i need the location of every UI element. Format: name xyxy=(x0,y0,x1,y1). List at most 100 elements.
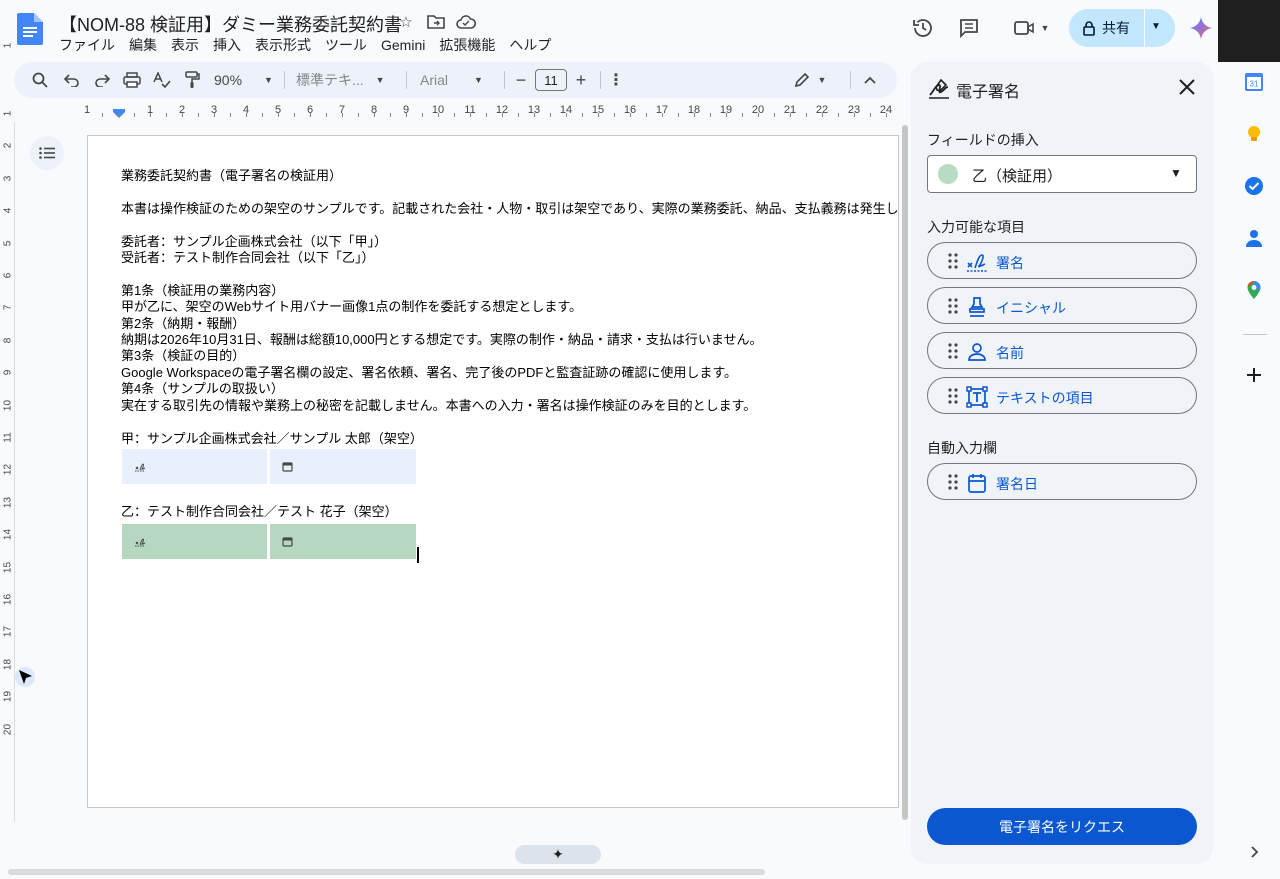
more-options-icon[interactable]: ⋮ xyxy=(606,62,626,98)
field-chip-label: 名前 xyxy=(996,345,1024,361)
menu-bar: ファイル 編集 表示 挿入 表示形式 ツール Gemini 拡張機能 ヘルプ xyxy=(52,35,558,55)
maps-icon[interactable] xyxy=(1244,280,1264,300)
vertical-ruler-number: 5 xyxy=(2,240,14,246)
ruler-tick xyxy=(374,113,375,117)
redo-icon[interactable] xyxy=(90,62,114,98)
drag-handle-icon[interactable] xyxy=(948,343,958,359)
font-select[interactable]: Arial ▼ xyxy=(420,62,496,98)
menu-help[interactable]: ヘルプ xyxy=(502,35,558,55)
ruler-tick xyxy=(726,113,727,117)
share-dropdown-icon[interactable]: ▼ xyxy=(1151,21,1161,32)
indent-marker-icon[interactable] xyxy=(113,109,125,118)
drag-handle-icon[interactable] xyxy=(948,388,958,404)
field-chip-initials[interactable]: イニシャル xyxy=(927,287,1197,324)
doc-paragraph[interactable]: 第4条（サンプルの取扱い） xyxy=(121,381,284,397)
signature-icon xyxy=(135,537,146,546)
field-chip-signed-date[interactable]: 署名日 xyxy=(927,463,1197,500)
stamp-icon xyxy=(969,297,985,317)
menu-extensions[interactable]: 拡張機能 xyxy=(432,35,502,55)
menu-format[interactable]: 表示形式 xyxy=(248,35,318,55)
tasks-icon[interactable] xyxy=(1244,176,1264,196)
signer-select[interactable]: 乙（検証用） ▼ xyxy=(927,155,1197,193)
doc-paragraph[interactable]: Google Workspaceの電子署名欄の設定、署名依頼、署名、完了後のPD… xyxy=(121,365,737,381)
font-size-input[interactable]: 11 xyxy=(535,69,567,91)
vertical-ruler[interactable]: 1 1 2 3 4 5 6 7 8 9 10 11 12 13 14 15 16 17 18 19 20 xyxy=(0,43,15,822)
chevron-down-icon: ▼ xyxy=(375,75,385,85)
editing-mode-button[interactable]: ▼ xyxy=(788,62,832,98)
document-title[interactable]: 【NOM-88 検証用】ダミー業務委託契約書 xyxy=(59,11,402,37)
search-menus-icon[interactable] xyxy=(28,62,52,98)
signature-field-b[interactable] xyxy=(122,524,267,559)
doc-paragraph[interactable]: 本書は操作検証のための架空のサンプルです。記載された会社・人物・取引は架空であり… xyxy=(121,201,898,217)
add-addon-icon[interactable] xyxy=(1244,365,1264,385)
move-folder-icon[interactable] xyxy=(426,12,446,32)
menu-gemini[interactable]: Gemini xyxy=(374,35,432,55)
side-rail: 31 xyxy=(1231,62,1280,879)
field-chip-signature[interactable]: 署名 xyxy=(927,242,1197,279)
history-icon[interactable] xyxy=(905,10,941,46)
ruler-tick xyxy=(502,113,503,117)
menu-insert[interactable]: 挿入 xyxy=(206,35,248,55)
vertical-ruler-number: 19 xyxy=(2,691,14,703)
field-chip-text[interactable]: テキストの項目 xyxy=(927,377,1197,414)
request-esignature-button[interactable]: 電子署名をリクエス xyxy=(927,808,1197,845)
doc-paragraph[interactable]: 甲が乙に、架空のWebサイト用バナー画像1点の制作を委託する想定とします。 xyxy=(121,299,582,315)
calendar-app-icon[interactable]: 31 xyxy=(1244,72,1264,92)
docs-logo-icon[interactable] xyxy=(17,13,43,45)
increase-font-size-button[interactable]: + xyxy=(572,62,590,98)
horizontal-scrollbar[interactable] xyxy=(8,869,765,875)
drag-handle-icon[interactable] xyxy=(948,298,958,314)
doc-paragraph[interactable]: 第1条（検証用の業務内容） xyxy=(121,283,284,299)
ruler-tick xyxy=(598,113,599,117)
paint-format-icon[interactable] xyxy=(180,62,204,98)
doc-paragraph[interactable]: 第2条（納期・報酬） xyxy=(121,316,245,332)
gemini-icon[interactable] xyxy=(1190,17,1212,39)
date-field-b[interactable] xyxy=(270,524,416,559)
share-button[interactable]: 共有 ▼ xyxy=(1069,9,1175,47)
doc-paragraph[interactable]: 受託者：テスト制作合同会社（以下「乙」） xyxy=(121,250,375,266)
document-page[interactable]: 業務委託契約書（電子署名の検証用） 本書は操作検証のための架空のサンプルです。記… xyxy=(87,135,899,808)
doc-paragraph[interactable]: 納期は2026年10月31日、報酬は総額10,000円とする想定です。実際の制作… xyxy=(121,332,763,348)
hide-menus-icon[interactable] xyxy=(860,62,880,98)
horizontal-ruler[interactable]: 1 1 2 3 4 5 6 7 8 9 10 11 12 13 14 15 16 17 18 19 20 21 22 23 24 xyxy=(84,100,898,122)
close-icon[interactable] xyxy=(1176,76,1198,98)
doc-heading[interactable]: 業務委託契約書（電子署名の検証用） xyxy=(121,168,342,184)
signature-field-a[interactable] xyxy=(122,449,267,484)
doc-paragraph[interactable]: 乙：テスト制作合同会社／テスト 花子（架空） xyxy=(121,504,398,520)
zoom-value: 90% xyxy=(214,72,243,88)
zoom-select[interactable]: 90% ▼ xyxy=(210,62,276,98)
field-chip-name[interactable]: 名前 xyxy=(927,332,1197,369)
print-icon[interactable] xyxy=(120,62,144,98)
document-outline-button[interactable] xyxy=(30,136,64,170)
vertical-scrollbar[interactable] xyxy=(902,125,908,820)
menu-tools[interactable]: ツール xyxy=(318,35,374,55)
expand-panel-icon[interactable] xyxy=(1244,842,1264,862)
menu-file[interactable]: ファイル xyxy=(52,35,122,55)
drag-handle-icon[interactable] xyxy=(948,253,958,269)
vertical-ruler-number: 2 xyxy=(2,143,14,149)
ruler-tick xyxy=(518,113,519,117)
comments-icon[interactable] xyxy=(951,10,987,46)
vertical-ruler-number: 9 xyxy=(2,369,14,376)
style-select[interactable]: 標準テキ... ▼ xyxy=(296,62,406,98)
meet-icon[interactable]: ▼ xyxy=(1008,10,1054,46)
star-icon[interactable]: ☆ xyxy=(396,12,416,32)
doc-paragraph[interactable]: 第3条（検証の目的） xyxy=(121,348,245,364)
doc-paragraph[interactable]: 甲：サンプル企画株式会社／サンプル 太郎（架空） xyxy=(121,431,423,447)
doc-paragraph[interactable]: 委託者：サンプル企画株式会社（以下「甲」） xyxy=(121,234,387,250)
date-field-a[interactable] xyxy=(270,449,416,484)
contacts-icon[interactable] xyxy=(1244,228,1264,248)
menu-view[interactable]: 表示 xyxy=(164,35,206,55)
decrease-font-size-button[interactable]: − xyxy=(512,62,530,98)
menu-edit[interactable]: 編集 xyxy=(122,35,164,55)
doc-paragraph[interactable]: 実在する取引先の情報や業務上の秘密を記載しません。本書への入力・署名は操作検証の… xyxy=(121,398,756,414)
keep-icon[interactable] xyxy=(1244,124,1264,144)
cloud-saved-icon[interactable] xyxy=(456,12,476,32)
spellcheck-icon[interactable] xyxy=(150,62,174,98)
drag-handle-icon[interactable] xyxy=(948,474,958,490)
calendar-icon xyxy=(968,474,986,493)
gemini-sparkle-button[interactable]: ✦ xyxy=(515,845,601,864)
field-chip-label: 署名日 xyxy=(996,476,1038,492)
ruler-tick xyxy=(870,113,871,117)
undo-icon[interactable] xyxy=(60,62,84,98)
